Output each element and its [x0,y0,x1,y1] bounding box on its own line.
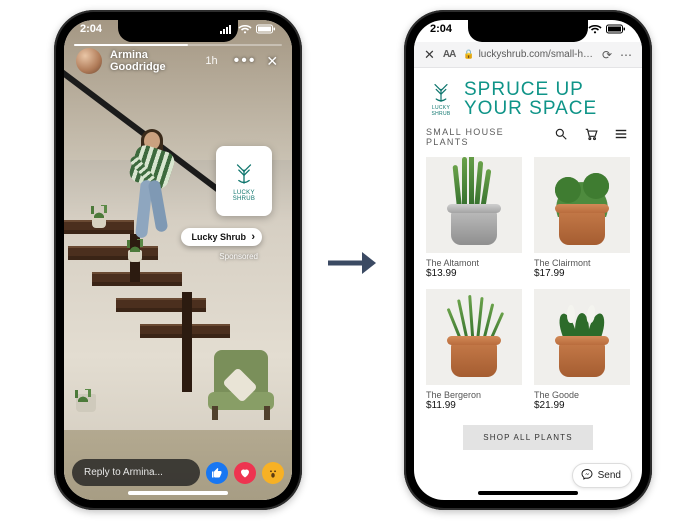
brand-card[interactable]: LUCKY SHRUB [216,146,272,216]
product-price: $11.99 [426,400,522,411]
status-time: 2:04 [430,23,452,35]
battery-icon [256,24,276,34]
arrow-icon [326,248,376,278]
category-bar: SMALL HOUSE PLANTS [426,127,630,147]
product-grid: The Altamont $13.99 The Clairmont $17.99 [426,157,630,411]
cart-icon[interactable] [582,127,600,146]
brand-logo-text-2: SHRUB [233,196,256,202]
refresh-icon[interactable]: ⟳ [602,48,612,62]
cellular-icon [220,24,234,34]
site-logo[interactable]: LUCKY SHRUB [426,81,456,117]
product-card[interactable]: The Clairmont $17.99 [534,157,630,279]
website-screen: 2:04 ✕ AA 🔒 luck [414,20,642,500]
brand-pill-link[interactable]: Lucky Shrub [181,228,262,246]
chair-illustration [208,344,274,420]
brand-logo-icon [231,161,257,187]
send-label: Send [598,470,621,481]
phone-story: 2:04 [54,10,302,510]
story-progress-bar[interactable] [74,44,282,46]
person-illustration [116,132,186,252]
lock-icon: 🔒 [463,49,474,60]
battery-icon [606,24,626,34]
status-time: 2:04 [80,23,102,35]
wifi-icon [588,24,602,34]
more-icon[interactable]: ••• [234,52,257,70]
reply-input[interactable]: Reply to Armina... [72,459,200,486]
url-text: luckyshrub.com/small-h… [479,49,593,60]
status-bar: 2:04 [414,23,642,35]
love-reaction-icon[interactable] [234,462,256,484]
home-indicator[interactable] [128,491,228,495]
headline-line-1: SPRUCE UP [464,80,597,99]
send-button[interactable]: Send [572,463,632,488]
product-name: The Bergeron [426,390,522,400]
product-price: $17.99 [534,268,630,279]
like-reaction-icon[interactable] [206,462,228,484]
phone-website: 2:04 ✕ AA 🔒 luck [404,10,652,510]
avatar[interactable] [76,48,102,74]
product-price: $13.99 [426,268,522,279]
site-body: LUCKY SHRUB SPRUCE UP YOUR SPACE SMALL H… [414,68,642,500]
product-card[interactable]: The Goode $21.99 [534,289,630,411]
story-time: 1h [205,55,217,67]
category-label[interactable]: SMALL HOUSE PLANTS [426,127,540,147]
text-size-icon[interactable]: AA [443,49,455,60]
story-screen: 2:04 [64,20,292,500]
headline: SPRUCE UP YOUR SPACE [464,80,597,119]
site-header: LUCKY SHRUB SPRUCE UP YOUR SPACE [426,80,630,119]
headline-line-2: YOUR SPACE [464,99,597,118]
close-icon[interactable]: ✕ [264,53,280,70]
browser-close-icon[interactable]: ✕ [424,47,435,63]
cellular-icon [570,24,584,34]
product-price: $21.99 [534,400,630,411]
wifi-icon [238,24,252,34]
product-card[interactable]: The Bergeron $11.99 [426,289,522,411]
story-user-name[interactable]: Armina Goodridge [110,49,193,73]
site-logo-text-2: SHRUB [431,111,450,117]
wow-reaction-icon[interactable] [262,462,284,484]
home-indicator[interactable] [478,491,578,495]
menu-icon[interactable] [612,127,630,146]
browser-more-icon[interactable]: ⋯ [620,48,632,62]
search-icon[interactable] [552,127,570,146]
product-card[interactable]: The Altamont $13.99 [426,157,522,279]
sponsored-label: Sponsored [219,252,258,261]
product-name: The Altamont [426,258,522,268]
shop-all-button[interactable]: SHOP ALL PLANTS [463,425,593,450]
messenger-icon [581,468,593,483]
browser-toolbar: ✕ AA 🔒 luckyshrub.com/small-h… ⟳ ⋯ [414,42,642,68]
story-header: Armina Goodridge 1h ••• ✕ [64,48,292,74]
product-name: The Goode [534,390,630,400]
url-bar[interactable]: 🔒 luckyshrub.com/small-h… [463,49,594,60]
product-name: The Clairmont [534,258,630,268]
status-bar: 2:04 [64,23,292,35]
